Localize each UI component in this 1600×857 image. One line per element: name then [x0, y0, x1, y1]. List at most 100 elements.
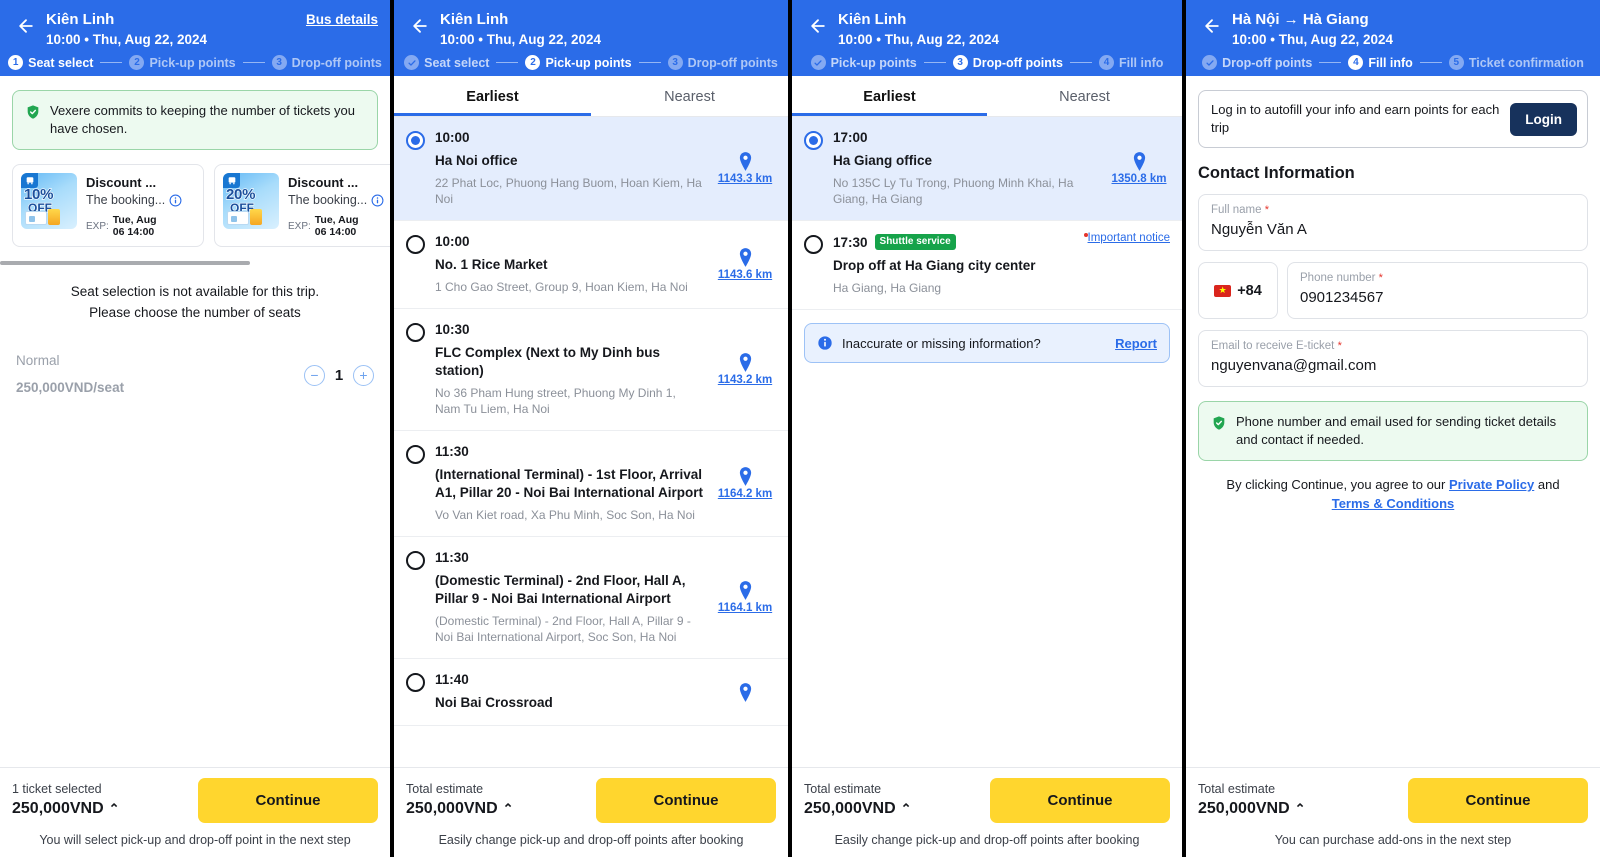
panel4-body: Log in to autofill your info and earn po…	[1186, 76, 1600, 767]
list-item[interactable]: 17:00 Ha Giang office No 135C Ly Tu Tron…	[792, 117, 1182, 221]
point-distance-value: 1164.2 km	[717, 488, 773, 500]
step-dropoff-points[interactable]: Drop-off points	[1202, 55, 1312, 70]
footer-total[interactable]: 250,000VND ⌃	[1198, 798, 1306, 820]
point-time: 10:00	[435, 130, 470, 145]
continue-button[interactable]: Continue	[596, 778, 776, 823]
step-dropoff-points[interactable]: 3 Drop-off points	[952, 55, 1063, 70]
map-pin-icon	[738, 248, 753, 267]
envelope-shape	[227, 211, 249, 225]
back-arrow-icon[interactable]	[406, 12, 434, 40]
list-item[interactable]: 10:00 No. 1 Rice Market 1 Cho Gao Street…	[394, 221, 788, 309]
voucher-card[interactable]: 10% OFF Discount ... The booking... EXP:…	[12, 164, 204, 247]
footer-total[interactable]: 250,000VND ⌃	[804, 798, 912, 820]
footer-total[interactable]: 250,000VND ⌃	[12, 798, 120, 820]
step-indicator: Seat select 2 Pick-up points 3 Drop-off …	[394, 55, 788, 70]
point-distance[interactable]: 1143.3 km	[714, 130, 776, 207]
panel1-footer: 1 ticket selected 250,000VND ⌃ Continue …	[0, 767, 390, 857]
list-item[interactable]: 11:30 (International Terminal) - 1st Flo…	[394, 431, 788, 537]
status-badge: Shuttle service	[874, 234, 956, 250]
info-icon[interactable]	[371, 194, 384, 207]
info-icon[interactable]	[169, 194, 182, 207]
radio-selected-icon[interactable]	[406, 131, 425, 150]
step-3[interactable]: 3 Drop-off points	[271, 55, 382, 70]
panel2-body[interactable]: 10:00 Ha Noi office 22 Phat Loc, Phuong …	[394, 117, 788, 767]
step-divider	[638, 61, 661, 64]
list-item[interactable]: 10:30 FLC Complex (Next to My Dinh bus s…	[394, 309, 788, 431]
point-time: 11:30	[435, 444, 469, 459]
list-item[interactable]: 11:30 (Domestic Terminal) - 2nd Floor, H…	[394, 537, 788, 659]
tab-nearest[interactable]: Nearest	[591, 76, 788, 116]
voucher-card[interactable]: 20% OFF Discount ... The booking... EXP:…	[214, 164, 390, 247]
list-item[interactable]: 11:40 Noi Bai Crossroad	[394, 659, 788, 726]
tab-earliest[interactable]: Earliest	[792, 76, 987, 116]
step-1-number: 1	[8, 55, 24, 70]
radio-selected-icon[interactable]	[804, 131, 823, 150]
point-distance[interactable]: 1164.1 km	[714, 550, 776, 645]
tab-earliest[interactable]: Earliest	[394, 76, 591, 116]
chevron-up-icon: ⌃	[900, 801, 912, 816]
step-fill-info-label: Fill info	[1368, 55, 1413, 70]
point-name: (International Terminal) - 1st Floor, Ar…	[435, 467, 704, 500]
point-distance[interactable]: 1164.2 km	[714, 444, 776, 523]
phone-number-label: Phone number *	[1300, 272, 1383, 284]
step-seat-select[interactable]: Seat select	[404, 55, 489, 70]
decrease-quantity-button[interactable]: −	[304, 364, 325, 386]
voucher-list: 10% OFF Discount ... The booking... EXP:…	[0, 150, 390, 247]
point-distance[interactable]: 1143.6 km	[714, 234, 776, 295]
step-divider	[923, 61, 946, 64]
contact-usage-text: Phone number and email used for sending …	[1236, 414, 1557, 447]
step-2-number: 2	[525, 55, 541, 70]
radio-icon[interactable]	[406, 235, 425, 254]
report-link[interactable]: Report	[1115, 336, 1157, 351]
point-distance[interactable]: 1350.8 km	[1108, 130, 1170, 207]
voucher-exp-time: 06 14:00	[314, 226, 357, 238]
continue-button[interactable]: Continue	[198, 778, 378, 823]
email-field[interactable]: Email to receive E-ticket * nguyenvana@g…	[1198, 330, 1588, 387]
step-divider	[1419, 61, 1442, 64]
radio-icon[interactable]	[406, 551, 425, 570]
country-code-selector[interactable]: ★ +84	[1198, 262, 1278, 319]
panel3-body[interactable]: 17:00 Ha Giang office No 135C Ly Tu Tron…	[792, 117, 1182, 767]
full-name-field[interactable]: Full name * Nguyễn Văn A	[1198, 194, 1588, 251]
continue-button[interactable]: Continue	[990, 778, 1170, 823]
step-ticket-confirmation[interactable]: 5 Ticket confirmation	[1448, 55, 1584, 70]
bus-details-link[interactable]: Bus details	[306, 12, 378, 27]
report-text: Inaccurate or missing information?	[842, 335, 1041, 351]
back-arrow-icon[interactable]	[1198, 12, 1226, 40]
radio-icon[interactable]	[406, 445, 425, 464]
step-fill-info[interactable]: 4 Fill info	[1348, 55, 1413, 70]
step-1[interactable]: 1 Seat select	[8, 55, 93, 70]
phone-number-field[interactable]: Phone number * 0901234567	[1287, 262, 1588, 319]
increase-quantity-button[interactable]: +	[353, 364, 374, 386]
continue-button[interactable]: Continue	[1408, 778, 1588, 823]
step-pickup-points[interactable]: 2 Pick-up points	[525, 55, 632, 70]
step-pickup-points[interactable]: Pick-up points	[810, 55, 917, 70]
back-arrow-icon[interactable]	[12, 12, 40, 40]
radio-icon[interactable]	[406, 323, 425, 342]
step-2-number: 2	[129, 55, 145, 70]
footer-total[interactable]: 250,000VND ⌃	[406, 798, 514, 820]
point-distance[interactable]	[714, 672, 776, 712]
point-name: Ha Giang office	[833, 153, 933, 168]
panel-fill-info: Hà Nội → Hà Giang 10:00 • Thu, Aug 22, 2…	[1186, 0, 1600, 857]
step-fill-info[interactable]: 4 Fill info	[1098, 55, 1163, 70]
private-policy-link[interactable]: Private Policy	[1449, 477, 1534, 492]
login-button[interactable]: Login	[1510, 102, 1577, 136]
terms-conditions-link[interactable]: Terms & Conditions	[1332, 496, 1455, 511]
point-distance-value: 1143.2 km	[717, 374, 773, 386]
list-item[interactable]: 10:00 Ha Noi office 22 Phat Loc, Phuong …	[394, 117, 788, 221]
step-3-number: 3	[271, 55, 287, 70]
step-4-number: 4	[1348, 55, 1364, 70]
back-arrow-icon[interactable]	[804, 12, 832, 40]
important-notice-link[interactable]: Important notice	[1083, 232, 1170, 244]
step-dropoff-points[interactable]: 3 Drop-off points	[667, 55, 778, 70]
point-distance[interactable]: 1143.2 km	[714, 322, 776, 417]
list-item[interactable]: 17:30 Shuttle service Drop off at Ha Gia…	[792, 221, 1182, 310]
radio-icon[interactable]	[804, 235, 823, 254]
tab-nearest[interactable]: Nearest	[987, 76, 1182, 116]
point-time: 17:00	[833, 130, 868, 145]
radio-icon[interactable]	[406, 673, 425, 692]
page-title: Kiên Linh	[46, 11, 115, 28]
map-pin-icon	[738, 581, 753, 600]
step-2[interactable]: 2 Pick-up points	[129, 55, 236, 70]
